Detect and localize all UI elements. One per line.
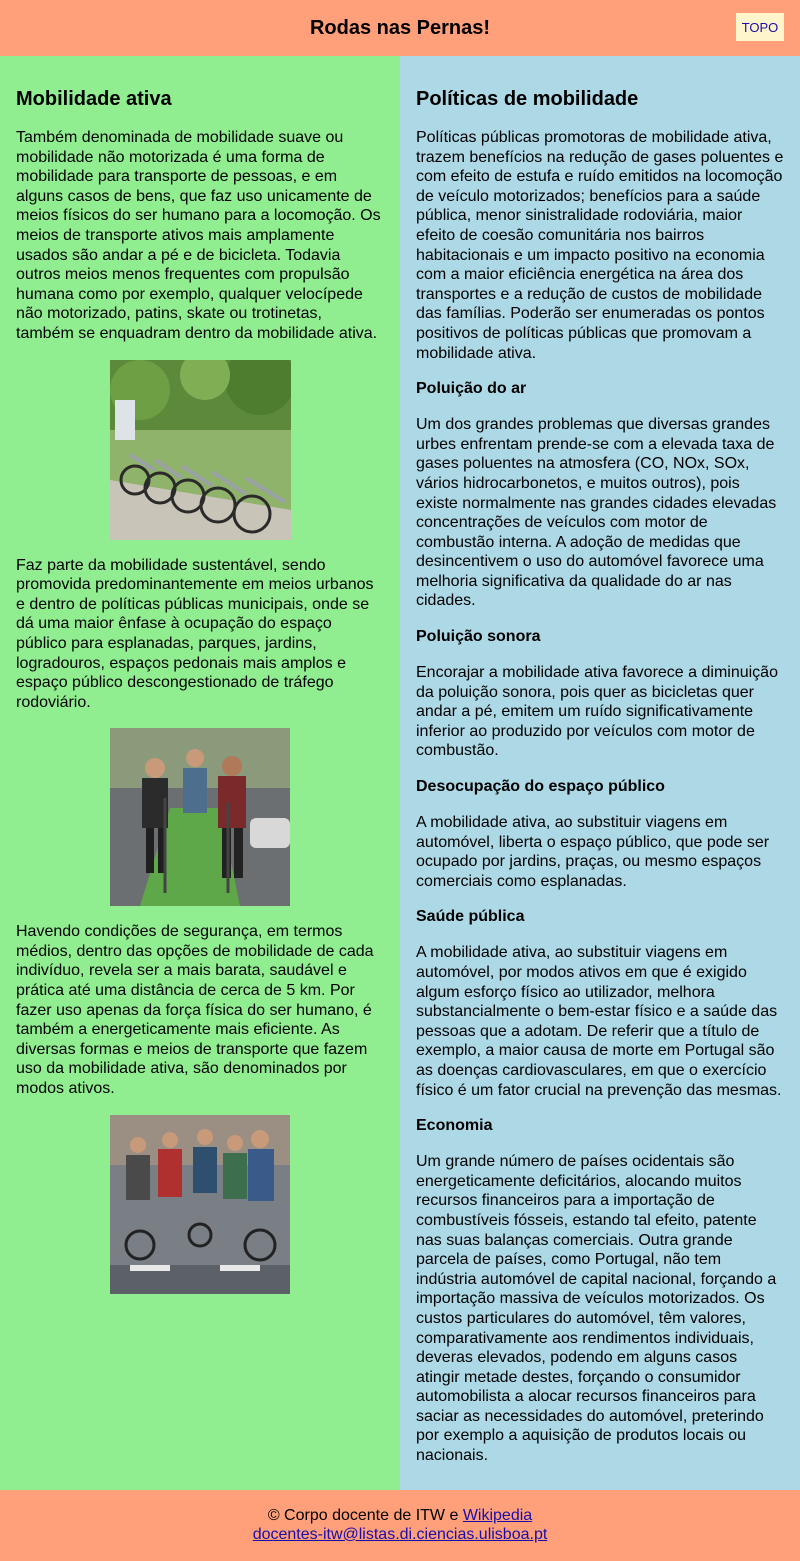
section-text-espaco-publico: A mobilidade ativa, ao substituir viagen… bbox=[416, 814, 770, 890]
bike-share-photo bbox=[109, 359, 291, 540]
section-title-espaco-publico: Desocupação do espaço público bbox=[416, 778, 665, 796]
section-text-economia: Um grande número de países ocidentais sã… bbox=[416, 1153, 777, 1465]
page-header: Rodas nas Pernas! TOPO bbox=[0, 0, 800, 56]
right-column: Políticas de mobilidade Políticas públic… bbox=[400, 56, 800, 1490]
topo-button[interactable]: TOPO bbox=[736, 13, 784, 41]
bike-share-photo-wrap bbox=[16, 359, 384, 540]
section-title-poluicao-sonora: Poluição sonora bbox=[416, 628, 541, 646]
scooter-photo-wrap bbox=[16, 728, 384, 907]
site-title: Rodas nas Pernas! bbox=[309, 16, 491, 39]
right-intro: Políticas públicas promotoras de mobilid… bbox=[416, 129, 784, 362]
cyclists-photo bbox=[110, 1114, 290, 1294]
left-paragraph-1: Também denominada de mobilidade suave ou… bbox=[16, 129, 381, 342]
wikipedia-link[interactable]: Wikipedia bbox=[463, 1507, 532, 1524]
footer-credit-line: © Corpo docente de ITW e Wikipedia bbox=[0, 1506, 800, 1525]
section-text-poluicao-ar: Um dos grandes problemas que diversas gr… bbox=[416, 416, 777, 610]
page-footer: © Corpo docente de ITW e Wikipedia docen… bbox=[0, 1490, 800, 1561]
section-text-poluicao-sonora: Encorajar a mobilidade ativa favorece a … bbox=[416, 664, 778, 760]
left-paragraph-3: Havendo condições de segurança, em termo… bbox=[16, 923, 374, 1098]
section-title-economia: Economia bbox=[416, 1117, 493, 1135]
main-content: Mobilidade ativa Também denominada de mo… bbox=[0, 56, 800, 1490]
section-text-saude-publica: A mobilidade ativa, ao substituir viagen… bbox=[416, 944, 782, 1099]
section-title-saude-publica: Saúde pública bbox=[416, 908, 525, 926]
section-title-poluicao-ar: Poluição do ar bbox=[416, 380, 527, 398]
email-link[interactable]: docentes-itw@listas.di.ciencias.ulisboa.… bbox=[253, 1526, 548, 1543]
scooter-photo bbox=[110, 728, 290, 907]
right-heading: Políticas de mobilidade bbox=[416, 88, 639, 110]
left-column: Mobilidade ativa Também denominada de mo… bbox=[0, 56, 400, 1490]
left-paragraph-2: Faz parte da mobilidade sustentável, sen… bbox=[16, 556, 374, 711]
cyclists-photo-wrap bbox=[16, 1114, 384, 1294]
footer-credit-text: © Corpo docente de ITW e bbox=[267, 1507, 463, 1524]
left-heading: Mobilidade ativa bbox=[16, 88, 172, 110]
footer-email-line: docentes-itw@listas.di.ciencias.ulisboa.… bbox=[0, 1525, 800, 1544]
